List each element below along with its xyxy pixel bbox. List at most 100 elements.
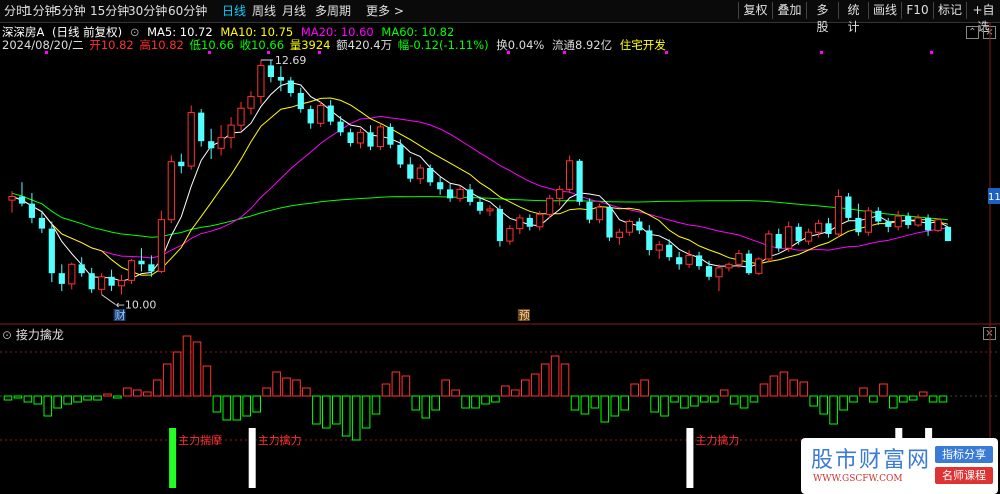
- tab-8[interactable]: 月线: [282, 3, 306, 19]
- candle[interactable]: [427, 164, 434, 186]
- toolbar-button-5[interactable]: F10: [901, 2, 933, 19]
- tab-5[interactable]: 60分钟: [168, 3, 207, 19]
- candle[interactable]: [566, 155, 574, 193]
- forecast-marker[interactable]: 预: [517, 309, 530, 322]
- toolbar-button-7[interactable]: +自选: [966, 2, 1000, 34]
- candle[interactable]: [297, 87, 304, 113]
- indicator-settings-icon[interactable]: ⊙: [2, 328, 12, 342]
- candle[interactable]: [655, 241, 663, 259]
- candle[interactable]: [705, 260, 713, 281]
- kline-chart[interactable]: 12.69←10.00财预11. 主力揣摩主力擒力主力擒力: [0, 22, 1000, 494]
- candle[interactable]: [387, 123, 394, 149]
- toolbar-button-0[interactable]: 复权: [738, 2, 772, 19]
- candle[interactable]: [307, 105, 314, 129]
- candle[interactable]: [606, 205, 613, 242]
- toolbar-button-1[interactable]: 叠加: [772, 2, 806, 19]
- tab-4[interactable]: 30分钟: [128, 3, 167, 19]
- candle[interactable]: [845, 192, 852, 222]
- candle[interactable]: [735, 250, 743, 268]
- candle[interactable]: [167, 155, 175, 224]
- candle[interactable]: [327, 100, 334, 126]
- candle[interactable]: [127, 258, 136, 284]
- candle[interactable]: [208, 128, 215, 160]
- candle[interactable]: [138, 248, 145, 272]
- candle[interactable]: [437, 176, 444, 195]
- candle[interactable]: [287, 76, 294, 97]
- candle[interactable]: [934, 217, 942, 233]
- candle[interactable]: [28, 192, 35, 224]
- candle[interactable]: [397, 139, 404, 168]
- candle[interactable]: [367, 125, 374, 151]
- candle[interactable]: [546, 194, 554, 218]
- candle[interactable]: [556, 185, 564, 206]
- tab-6[interactable]: 日线: [222, 3, 246, 19]
- candle[interactable]: [98, 273, 106, 295]
- candle[interactable]: [676, 251, 683, 270]
- tab-7[interactable]: 周线: [252, 3, 276, 19]
- candle[interactable]: [805, 228, 813, 245]
- candle[interactable]: [894, 210, 902, 231]
- candle[interactable]: [785, 221, 793, 252]
- candle[interactable]: [944, 226, 952, 242]
- candle[interactable]: [376, 123, 384, 151]
- candle[interactable]: [646, 225, 653, 256]
- candle[interactable]: [864, 207, 872, 236]
- candle[interactable]: [237, 101, 245, 131]
- candle[interactable]: [317, 101, 325, 127]
- candle[interactable]: [625, 219, 633, 236]
- tab-1[interactable]: 1分钟: [25, 3, 57, 19]
- toolbar-button-3[interactable]: 统计: [838, 2, 868, 34]
- candle[interactable]: [337, 116, 344, 136]
- candle[interactable]: [905, 212, 912, 229]
- candle[interactable]: [834, 189, 843, 238]
- candle[interactable]: [586, 198, 593, 224]
- candle[interactable]: [68, 262, 76, 290]
- candle[interactable]: [267, 60, 274, 83]
- candle[interactable]: [576, 159, 583, 206]
- candle[interactable]: [696, 251, 703, 270]
- indicator-title[interactable]: ⊙ 接力擒龙: [2, 326, 64, 343]
- candle[interactable]: [456, 185, 464, 202]
- candle[interactable]: [347, 128, 354, 147]
- candle[interactable]: [447, 184, 454, 202]
- candle[interactable]: [88, 267, 95, 293]
- candle[interactable]: [356, 128, 365, 149]
- candle[interactable]: [914, 214, 922, 227]
- candle[interactable]: [725, 262, 733, 272]
- candle[interactable]: [765, 230, 773, 263]
- tab-9[interactable]: 多周期: [315, 3, 351, 19]
- candle[interactable]: [157, 210, 166, 274]
- tab-2[interactable]: 5分钟: [54, 3, 86, 19]
- candle[interactable]: [198, 109, 205, 147]
- toolbar-button-4[interactable]: 画线: [868, 2, 901, 19]
- candle[interactable]: [516, 214, 524, 234]
- candle[interactable]: [745, 250, 752, 276]
- toolbar-button-2[interactable]: 多股: [806, 2, 838, 34]
- candle[interactable]: [48, 221, 55, 283]
- candle[interactable]: [217, 125, 225, 156]
- financial-report-marker[interactable]: 财: [113, 308, 126, 322]
- tab-3[interactable]: 15分钟: [90, 3, 129, 19]
- candle[interactable]: [178, 153, 185, 174]
- candle[interactable]: [715, 264, 723, 292]
- candle[interactable]: [117, 275, 126, 295]
- candle[interactable]: [496, 205, 503, 247]
- candle[interactable]: [58, 264, 65, 292]
- candle[interactable]: [795, 223, 802, 245]
- candle[interactable]: [78, 257, 85, 277]
- candle[interactable]: [416, 164, 424, 185]
- candle[interactable]: [755, 257, 763, 276]
- candle[interactable]: [636, 217, 643, 234]
- candle[interactable]: [855, 203, 862, 236]
- candle[interactable]: [486, 205, 494, 217]
- candle[interactable]: [526, 214, 533, 231]
- candle[interactable]: [467, 184, 474, 206]
- candle[interactable]: [506, 225, 514, 245]
- candle[interactable]: [227, 117, 235, 149]
- candle[interactable]: [875, 207, 882, 226]
- tab-10[interactable]: 更多 >: [366, 3, 404, 19]
- candle[interactable]: [247, 91, 255, 115]
- candle[interactable]: [108, 269, 115, 292]
- candle[interactable]: [407, 157, 414, 183]
- toolbar-button-6[interactable]: 标记: [933, 2, 966, 19]
